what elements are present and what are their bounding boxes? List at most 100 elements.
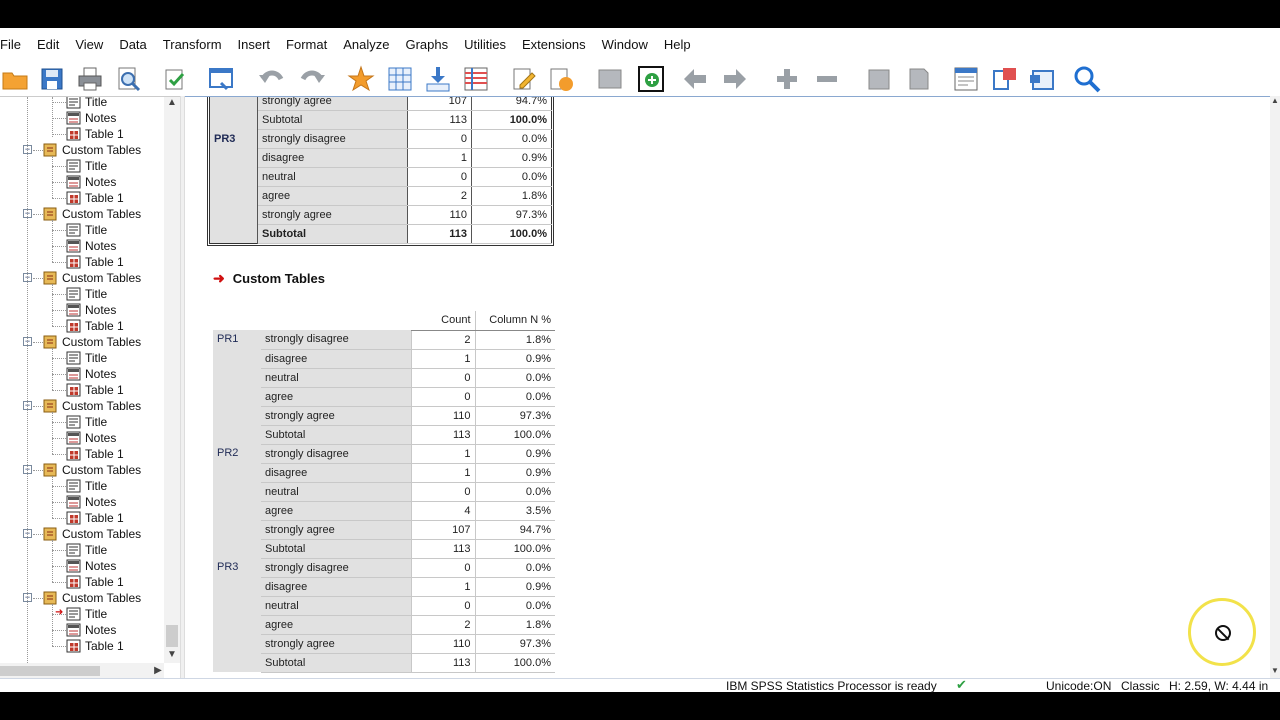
outline-item-label: Title — [85, 351, 108, 365]
outline-item-table-1[interactable]: Table 1 — [66, 638, 124, 654]
outline-item-notes[interactable]: Notes — [66, 110, 116, 126]
outline-item-table-1[interactable]: Table 1 — [66, 574, 124, 590]
show-icon[interactable] — [864, 64, 894, 94]
collapse-minus-icon[interactable] — [812, 64, 842, 94]
recall-dialog-icon[interactable] — [206, 64, 236, 94]
outline-item-title[interactable]: Title — [66, 542, 107, 558]
scroll-up-arrow-icon[interactable]: ▲ — [164, 97, 180, 109]
hscroll-thumb[interactable] — [0, 666, 100, 676]
outline-item-table-1[interactable]: Table 1 — [66, 190, 124, 206]
outline-item-notes[interactable]: Notes — [66, 558, 116, 574]
outline-item-title[interactable]: Title — [66, 478, 107, 494]
count-cell: 113 — [410, 653, 475, 673]
outline-item-table-1[interactable]: Table 1 — [66, 254, 124, 270]
count-cell: 1 — [410, 349, 475, 369]
category-label: strongly agree — [257, 97, 408, 111]
outline-item-table-1[interactable]: Table 1 — [66, 382, 124, 398]
outline-group-custom-tables[interactable]: Custom Tables — [43, 142, 141, 158]
outline-item-title[interactable]: Title — [66, 414, 107, 430]
table-row: agree 2 1.8% — [210, 186, 552, 206]
hide-book-icon[interactable] — [904, 64, 934, 94]
column-percent-cell: 0.9% — [474, 577, 555, 597]
outline-item-table-1[interactable]: Table 1 — [66, 126, 124, 142]
outline-item-notes[interactable]: Notes — [66, 366, 116, 382]
outline-item-notes[interactable]: Notes — [66, 622, 116, 638]
outline-group-custom-tables[interactable]: Custom Tables — [43, 526, 141, 542]
title-doc-icon — [66, 159, 81, 173]
outline-item-table-1[interactable]: Table 1 — [66, 510, 124, 526]
outline-group-custom-tables[interactable]: Custom Tables — [43, 590, 141, 606]
outline-group-custom-tables[interactable]: Custom Tables — [43, 334, 141, 350]
expand-plus-icon[interactable] — [772, 64, 802, 94]
scroll-thumb[interactable] — [166, 625, 178, 647]
outline-pane[interactable]: Title Notes Table 1 Custom Tables − Title Note… — [0, 96, 180, 678]
content-scroll-down-arrow-icon[interactable]: ▼ — [1270, 666, 1280, 676]
run-script-icon[interactable] — [546, 64, 576, 94]
redo-icon[interactable] — [298, 64, 328, 94]
menu-insert[interactable]: Insert — [230, 28, 279, 62]
outline-item-title[interactable]: Title — [66, 606, 107, 622]
menu-edit[interactable]: Edit — [29, 28, 67, 62]
menu-data[interactable]: Data — [111, 28, 154, 62]
outline-group-custom-tables[interactable]: Custom Tables — [43, 270, 141, 286]
export-icon[interactable] — [160, 64, 190, 94]
demote-right-arrow-icon[interactable] — [720, 64, 750, 94]
menu-window[interactable]: Window — [594, 28, 656, 62]
insert-output-icon[interactable] — [636, 64, 666, 94]
dimensions-status: H: 2.59, W: 4.44 in — [1169, 679, 1269, 693]
outline-item-title[interactable]: Title — [66, 286, 107, 302]
insert-text-icon[interactable] — [1027, 64, 1057, 94]
outline-item-notes[interactable]: Notes — [66, 494, 116, 510]
insert-title-icon[interactable] — [990, 64, 1020, 94]
menu-format[interactable]: Format — [278, 28, 335, 62]
hide-icon[interactable] — [595, 64, 625, 94]
outline-item-notes[interactable]: Notes — [66, 174, 116, 190]
outline-item-title[interactable]: Title — [66, 97, 107, 110]
content-scroll-up-arrow-icon[interactable]: ▲ — [1270, 96, 1280, 106]
menu-help[interactable]: Help — [656, 28, 699, 62]
menu-transform[interactable]: Transform — [155, 28, 230, 62]
outline-item-table-1[interactable]: Table 1 — [66, 318, 124, 334]
goto-case-icon[interactable] — [385, 64, 415, 94]
status-bar: IBM SPSS Statistics Processor is ready ✔… — [0, 677, 1280, 693]
outline-item-title[interactable]: Title — [66, 158, 107, 174]
outline-item-notes[interactable]: Notes — [66, 430, 116, 446]
goto-variable-icon[interactable] — [423, 64, 453, 94]
print-preview-icon[interactable] — [113, 64, 143, 94]
outline-item-notes[interactable]: Notes — [66, 238, 116, 254]
goto-data-icon[interactable] — [346, 64, 376, 94]
open-folder-icon[interactable] — [0, 64, 30, 94]
outline-vertical-scrollbar[interactable]: ▲ ▼ — [164, 97, 180, 663]
content-vertical-scrollbar[interactable]: ▲ ▼ — [1270, 96, 1280, 678]
outline-group-custom-tables[interactable]: Custom Tables — [43, 398, 141, 414]
outline-item-title[interactable]: Title — [66, 350, 107, 366]
promote-left-arrow-icon[interactable] — [680, 64, 710, 94]
save-icon[interactable] — [37, 64, 67, 94]
menu-graphs[interactable]: Graphs — [397, 28, 456, 62]
menu-analyze[interactable]: Analyze — [335, 28, 397, 62]
search-icon[interactable] — [1072, 64, 1102, 94]
undo-icon[interactable] — [256, 64, 286, 94]
outline-group-custom-tables[interactable]: Custom Tables — [43, 462, 141, 478]
ready-check-icon: ✔ — [956, 677, 967, 692]
outline-item-notes[interactable]: Notes — [66, 302, 116, 318]
menu-view[interactable]: View — [67, 28, 111, 62]
count-cell: 0 — [410, 387, 475, 407]
menu-extensions[interactable]: Extensions — [514, 28, 594, 62]
custom-table-grid[interactable]: Count Column N % PR1 strongly disagree 2 1.8%… — [213, 311, 555, 673]
menu-file[interactable]: File — [0, 28, 29, 62]
category-label: strongly agree — [261, 520, 411, 540]
scroll-down-arrow-icon[interactable]: ▼ — [164, 649, 180, 661]
edit-note-icon[interactable] — [509, 64, 539, 94]
scroll-right-arrow-icon[interactable]: ▶ — [152, 663, 164, 678]
outline-group-custom-tables[interactable]: Custom Tables — [43, 206, 141, 222]
menu-utilities[interactable]: Utilities — [456, 28, 514, 62]
print-icon[interactable] — [75, 64, 105, 94]
variables-icon[interactable] — [461, 64, 491, 94]
outline-item-title[interactable]: Title — [66, 222, 107, 238]
outline-item-table-1[interactable]: Table 1 — [66, 446, 124, 462]
outline-horizontal-scrollbar[interactable]: ▶ — [0, 663, 164, 678]
table-row: agree 4 3.5% — [213, 501, 555, 521]
category-label: agree — [257, 186, 408, 206]
insert-heading-icon[interactable] — [951, 64, 981, 94]
